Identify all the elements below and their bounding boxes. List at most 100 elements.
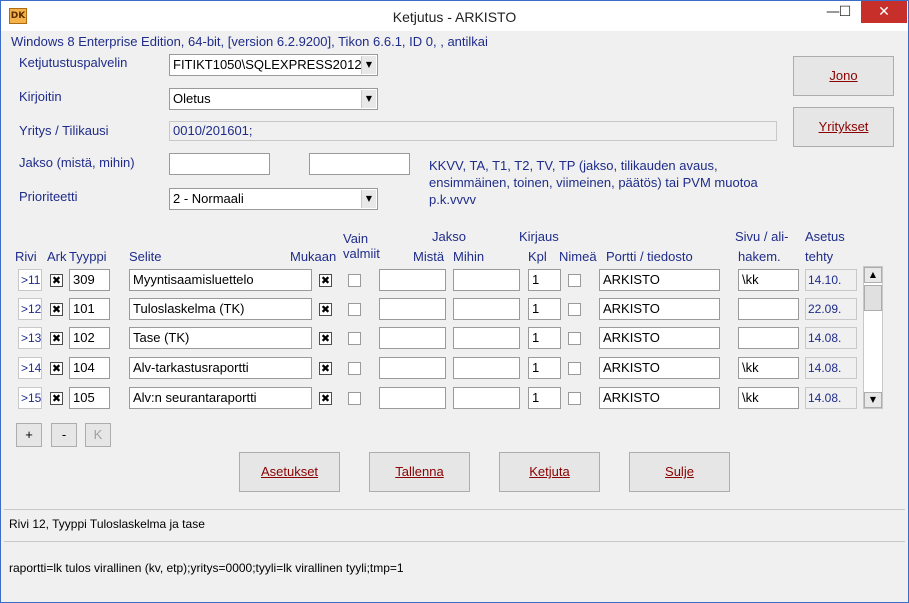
- server-select[interactable]: FITIKT1050\SQLEXPRESS2012 ▼: [169, 54, 378, 76]
- period-label: Jakso (mistä, mihin): [19, 155, 135, 170]
- maximize-button[interactable]: ☐: [829, 1, 861, 23]
- header-hakem: hakem.: [738, 249, 781, 264]
- jakso-mista-input[interactable]: [379, 327, 446, 349]
- chevron-down-icon: ▼: [361, 90, 376, 108]
- jakso-mihin-input[interactable]: [453, 269, 520, 291]
- vain-valmiit-checkbox[interactable]: [348, 362, 361, 375]
- selite-input[interactable]: Alv-tarkastusraportti: [129, 357, 312, 379]
- mukaan-checkbox[interactable]: ✖: [319, 332, 332, 345]
- close-button[interactable]: ✕: [861, 1, 907, 23]
- period-to-input[interactable]: [309, 153, 410, 175]
- header-portti: Portti / tiedosto: [606, 249, 693, 264]
- add-row-button[interactable]: +: [16, 423, 42, 447]
- kpl-input[interactable]: 1: [528, 387, 561, 409]
- sivu-input[interactable]: \kk: [738, 269, 799, 291]
- tyyppi-input[interactable]: 105: [69, 387, 110, 409]
- tallenna-label: Tallenna: [395, 464, 444, 479]
- app-window: DK Ketjutus - ARKISTO — ☐ ✕ Windows 8 En…: [0, 0, 909, 603]
- printer-select[interactable]: Oletus ▼: [169, 88, 378, 110]
- ketjuta-button[interactable]: Ketjuta: [499, 452, 600, 492]
- selite-input[interactable]: Alv:n seurantaraportti: [129, 387, 312, 409]
- scroll-up-icon[interactable]: ▲: [864, 267, 882, 283]
- chevron-down-icon: ▼: [361, 190, 376, 208]
- jakso-mista-input[interactable]: [379, 357, 446, 379]
- sivu-input[interactable]: \kk: [738, 387, 799, 409]
- system-info: Windows 8 Enterprise Edition, 64-bit, [v…: [11, 34, 488, 49]
- priority-value: 2 - Normaali: [173, 191, 244, 206]
- tyyppi-input[interactable]: 101: [69, 298, 110, 320]
- jakso-mista-input[interactable]: [379, 298, 446, 320]
- selite-input[interactable]: Myyntisaamisluettelo: [129, 269, 312, 291]
- ark-checkbox[interactable]: ✖: [50, 392, 63, 405]
- portti-input[interactable]: ARKISTO: [599, 269, 720, 291]
- k-button[interactable]: K: [85, 423, 111, 447]
- mukaan-checkbox[interactable]: ✖: [319, 274, 332, 287]
- vain-valmiit-checkbox[interactable]: [348, 392, 361, 405]
- jono-button[interactable]: Jono: [793, 56, 894, 96]
- portti-input[interactable]: ARKISTO: [599, 298, 720, 320]
- remove-row-button[interactable]: -: [51, 423, 77, 447]
- table-scrollbar[interactable]: ▲ ▼: [863, 266, 883, 409]
- tyyppi-input[interactable]: 309: [69, 269, 110, 291]
- header-selite: Selite: [129, 249, 162, 264]
- status-line-2: raportti=lk tulos virallinen (kv, etp);y…: [9, 561, 404, 575]
- mukaan-checkbox[interactable]: ✖: [319, 303, 332, 316]
- row-number: >13: [18, 327, 42, 349]
- jakso-mihin-input[interactable]: [453, 327, 520, 349]
- status-divider: [4, 541, 905, 542]
- jakso-mista-input[interactable]: [379, 269, 446, 291]
- tyyppi-input[interactable]: 104: [69, 357, 110, 379]
- jakso-mihin-input[interactable]: [453, 387, 520, 409]
- selite-input[interactable]: Tase (TK): [129, 327, 312, 349]
- nimea-checkbox[interactable]: [568, 392, 581, 405]
- nimea-checkbox[interactable]: [568, 303, 581, 316]
- nimea-checkbox[interactable]: [568, 362, 581, 375]
- sivu-input[interactable]: [738, 298, 799, 320]
- jakso-mista-input[interactable]: [379, 387, 446, 409]
- tallenna-button[interactable]: Tallenna: [369, 452, 470, 492]
- asetus-tehty: 14.08.: [805, 327, 857, 349]
- kpl-input[interactable]: 1: [528, 327, 561, 349]
- vain-valmiit-checkbox[interactable]: [348, 303, 361, 316]
- asetus-tehty: 14.08.: [805, 387, 857, 409]
- portti-input[interactable]: ARKISTO: [599, 327, 720, 349]
- row-number: >12: [18, 298, 42, 320]
- ark-checkbox[interactable]: ✖: [50, 274, 63, 287]
- sulje-button[interactable]: Sulje: [629, 452, 730, 492]
- yritykset-button[interactable]: Yritykset: [793, 107, 894, 147]
- asetus-tehty: 14.08.: [805, 357, 857, 379]
- tyyppi-input[interactable]: 102: [69, 327, 110, 349]
- header-vain: Vain: [343, 231, 369, 246]
- period-from-input[interactable]: [169, 153, 270, 175]
- kpl-input[interactable]: 1: [528, 269, 561, 291]
- portti-input[interactable]: ARKISTO: [599, 357, 720, 379]
- scroll-down-icon[interactable]: ▼: [864, 392, 882, 408]
- nimea-checkbox[interactable]: [568, 332, 581, 345]
- kpl-input[interactable]: 1: [528, 298, 561, 320]
- header-asetus: Asetus: [805, 229, 845, 244]
- ark-checkbox[interactable]: ✖: [50, 332, 63, 345]
- vain-valmiit-checkbox[interactable]: [348, 332, 361, 345]
- mukaan-checkbox[interactable]: ✖: [319, 392, 332, 405]
- header-tyyppi: Tyyppi: [69, 249, 107, 264]
- mukaan-checkbox[interactable]: ✖: [319, 362, 332, 375]
- asetukset-button[interactable]: Asetukset: [239, 452, 340, 492]
- ark-checkbox[interactable]: ✖: [50, 362, 63, 375]
- selite-input[interactable]: Tuloslaskelma (TK): [129, 298, 312, 320]
- scroll-thumb[interactable]: [864, 285, 882, 311]
- row-number: >15: [18, 387, 42, 409]
- yritykset-label: Yritykset: [818, 119, 869, 134]
- header-jakso: Jakso: [432, 229, 466, 244]
- sivu-input[interactable]: [738, 327, 799, 349]
- ark-checkbox[interactable]: ✖: [50, 303, 63, 316]
- vain-valmiit-checkbox[interactable]: [348, 274, 361, 287]
- nimea-checkbox[interactable]: [568, 274, 581, 287]
- jakso-mihin-input[interactable]: [453, 357, 520, 379]
- sivu-input[interactable]: \kk: [738, 357, 799, 379]
- header-ark: Ark: [47, 249, 67, 264]
- portti-input[interactable]: ARKISTO: [599, 387, 720, 409]
- kpl-input[interactable]: 1: [528, 357, 561, 379]
- row-number: >11: [18, 269, 42, 291]
- priority-select[interactable]: 2 - Normaali ▼: [169, 188, 378, 210]
- jakso-mihin-input[interactable]: [453, 298, 520, 320]
